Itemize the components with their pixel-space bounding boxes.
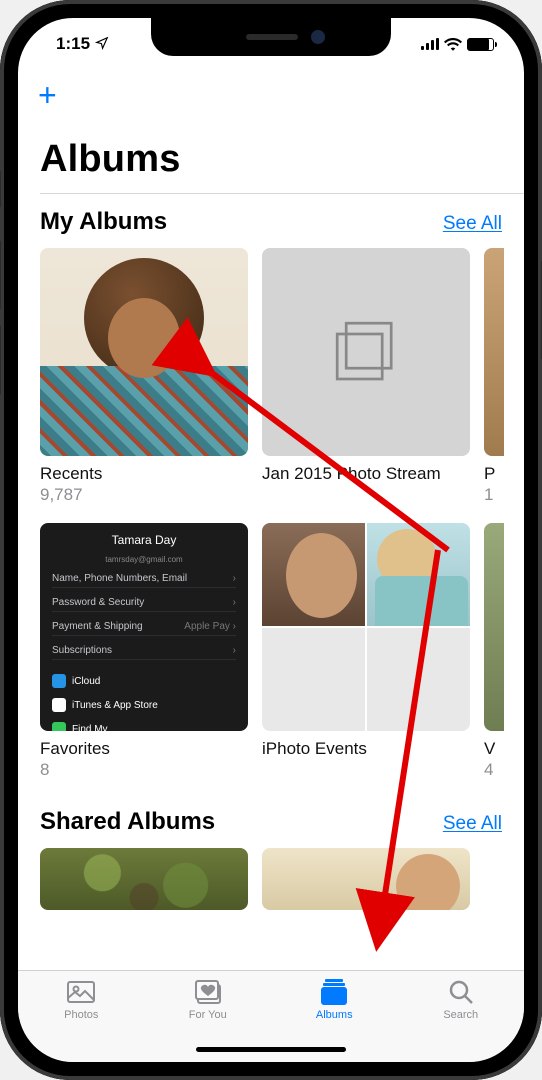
- see-all-link[interactable]: See All: [443, 813, 502, 835]
- tab-photos[interactable]: Photos: [18, 979, 145, 1021]
- settings-row: Payment & ShippingApple Pay ›: [52, 618, 236, 636]
- album-thumbnail[interactable]: [40, 248, 248, 456]
- screen: 1:15 + Albums My Albums See All: [18, 18, 524, 1062]
- album-photo-stream[interactable]: Jan 2015 Photo Stream: [262, 248, 470, 505]
- album-count: 9,787: [40, 485, 248, 505]
- location-icon: [95, 36, 109, 53]
- album-thumbnail[interactable]: [484, 523, 504, 731]
- album-name: P: [484, 464, 504, 484]
- content-scroll[interactable]: Albums My Albums See All Recents 9,787 J…: [18, 120, 524, 970]
- album-row[interactable]: [18, 848, 524, 910]
- side-button: [0, 325, 1, 395]
- album-iphoto-events[interactable]: iPhoto Events: [262, 523, 470, 780]
- album-thumbnail[interactable]: [40, 848, 248, 910]
- album-thumbnail[interactable]: Tamara Day tamrsday@gmail.com Name, Phon…: [40, 523, 248, 731]
- stack-icon: [321, 307, 411, 397]
- album-count: 4: [484, 760, 504, 780]
- album-row[interactable]: Recents 9,787 Jan 2015 Photo Stream P 1: [18, 248, 524, 505]
- page-title: Albums: [18, 120, 524, 193]
- album-thumbnail[interactable]: [262, 848, 470, 910]
- album-peek[interactable]: V 4: [484, 523, 504, 780]
- search-icon: [446, 979, 476, 1005]
- album-name: Favorites: [40, 739, 248, 759]
- albums-icon: [319, 979, 349, 1005]
- settings-row: Password & Security›: [52, 594, 236, 612]
- album-thumbnail[interactable]: [262, 248, 470, 456]
- tab-search[interactable]: Search: [398, 979, 525, 1021]
- settings-row: Name, Phone Numbers, Email›: [52, 570, 236, 588]
- album-count: 1: [484, 485, 504, 505]
- see-all-link[interactable]: See All: [443, 213, 502, 235]
- tab-albums[interactable]: Albums: [271, 979, 398, 1021]
- album-favorites[interactable]: Tamara Day tamrsday@gmail.com Name, Phon…: [40, 523, 248, 780]
- settings-row: iTunes & App Store: [52, 696, 236, 714]
- home-indicator[interactable]: [196, 1047, 346, 1052]
- tab-label: For You: [189, 1009, 227, 1021]
- notch: [151, 18, 391, 56]
- album-name: Recents: [40, 464, 248, 484]
- tab-label: Search: [443, 1009, 478, 1021]
- album-count: 8: [40, 760, 248, 780]
- section-title: Shared Albums: [40, 808, 215, 836]
- settings-row: Find My: [52, 720, 236, 731]
- battery-icon: [467, 38, 494, 51]
- photos-icon: [66, 979, 96, 1005]
- iphone-frame: 1:15 + Albums My Albums See All: [0, 0, 542, 1080]
- tab-label: Photos: [64, 1009, 98, 1021]
- side-button: [0, 170, 1, 208]
- settings-row: iCloud: [52, 672, 236, 690]
- album-name: iPhoto Events: [262, 739, 470, 759]
- tab-for-you[interactable]: For You: [145, 979, 272, 1021]
- album-recents[interactable]: Recents 9,787: [40, 248, 248, 505]
- album-name: Jan 2015 Photo Stream: [262, 464, 470, 484]
- shared-album[interactable]: [40, 848, 248, 910]
- album-thumbnail[interactable]: [484, 248, 504, 456]
- section-title: My Albums: [40, 208, 167, 236]
- for-you-icon: [193, 979, 223, 1005]
- album-row[interactable]: Tamara Day tamrsday@gmail.com Name, Phon…: [18, 523, 524, 780]
- album-peek[interactable]: P 1: [484, 248, 504, 505]
- wifi-icon: [444, 37, 462, 51]
- cellular-icon: [421, 38, 440, 50]
- tab-bar: Photos For You Albums Search: [18, 970, 524, 1062]
- album-thumbnail[interactable]: [262, 523, 470, 731]
- contact-name: Tamara Day: [52, 533, 236, 547]
- status-time: 1:15: [56, 34, 90, 54]
- side-button: [0, 240, 1, 310]
- settings-row: Subscriptions›: [52, 642, 236, 660]
- tab-label: Albums: [316, 1009, 353, 1021]
- album-name: V: [484, 739, 504, 759]
- nav-bar: +: [18, 70, 524, 120]
- section-header-my-albums: My Albums See All: [18, 194, 524, 248]
- add-album-button[interactable]: +: [38, 79, 57, 111]
- section-header-shared-albums: Shared Albums See All: [18, 780, 524, 848]
- contact-email: tamrsday@gmail.com: [52, 555, 236, 564]
- shared-album[interactable]: [262, 848, 470, 910]
